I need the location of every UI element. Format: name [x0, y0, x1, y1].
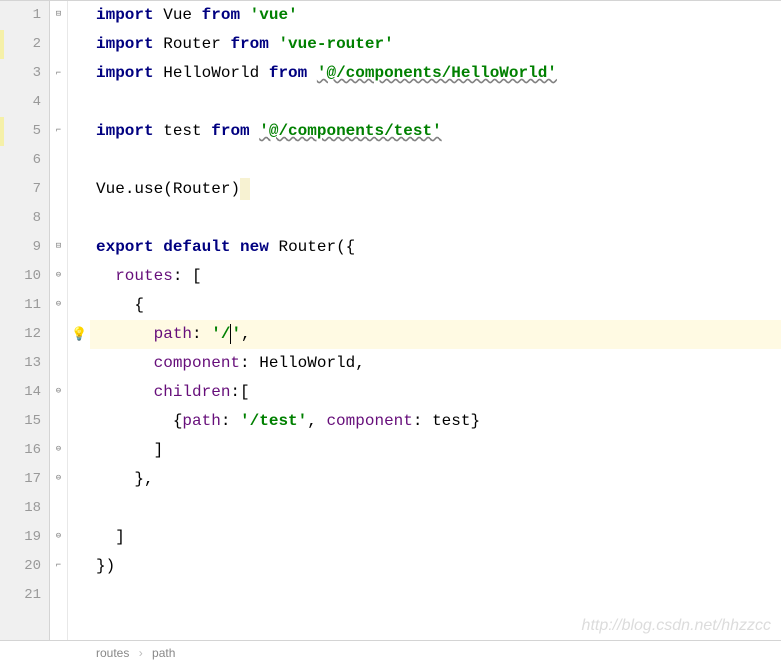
hint-gutter: 💡: [68, 1, 90, 640]
fold-gutter: ⊟ ⌐ ⌐ ⊟ ⊖ ⊖ ⊖ ⊖ ⊖ ⊖ ⌐: [50, 1, 68, 640]
code-line[interactable]: children:[: [90, 378, 781, 407]
line-number: 12: [0, 320, 41, 349]
fold-toggle-icon[interactable]: ⊟: [53, 242, 64, 253]
line-number: 10: [0, 262, 41, 291]
fold-toggle-icon[interactable]: ⊟: [53, 10, 64, 21]
line-number: 16: [0, 436, 41, 465]
code-line[interactable]: routes: [: [90, 262, 781, 291]
line-number: 21: [0, 581, 41, 610]
fold-handle-icon[interactable]: ⊖: [53, 445, 64, 456]
trailing-space-highlight: [240, 178, 250, 200]
code-editor: 1 2 3 4 5 6 7 8 9 10 11 12 13 14 15 16 1…: [0, 0, 781, 640]
breadcrumb-item[interactable]: routes: [96, 646, 129, 660]
lightbulb-icon[interactable]: 💡: [71, 327, 85, 341]
code-line[interactable]: [90, 146, 781, 175]
line-number-gutter: 1 2 3 4 5 6 7 8 9 10 11 12 13 14 15 16 1…: [0, 1, 50, 640]
line-number: 9: [0, 233, 41, 262]
code-line[interactable]: import HelloWorld from '@/components/Hel…: [90, 59, 781, 88]
line-number: 18: [0, 494, 41, 523]
fold-handle-icon[interactable]: ⊖: [53, 387, 64, 398]
fold-end-icon: ⌐: [53, 69, 64, 80]
chevron-right-icon: ›: [139, 646, 143, 660]
line-number: 11: [0, 291, 41, 320]
code-line[interactable]: Vue.use(Router): [90, 175, 781, 204]
fold-handle-icon[interactable]: ⊖: [53, 271, 64, 282]
code-area[interactable]: import Vue from 'vue' import Router from…: [90, 1, 781, 640]
line-number: 13: [0, 349, 41, 378]
code-line[interactable]: [90, 494, 781, 523]
line-number: 17: [0, 465, 41, 494]
code-line[interactable]: import Vue from 'vue': [90, 1, 781, 30]
line-number: 15: [0, 407, 41, 436]
line-number: 19: [0, 523, 41, 552]
line-number: 7: [0, 175, 41, 204]
code-line[interactable]: import Router from 'vue-router': [90, 30, 781, 59]
line-number: 8: [0, 204, 41, 233]
code-line[interactable]: [90, 88, 781, 117]
fold-handle-icon[interactable]: ⊖: [53, 474, 64, 485]
fold-handle-icon[interactable]: ⊖: [53, 300, 64, 311]
code-line[interactable]: component: HelloWorld,: [90, 349, 781, 378]
line-number: 3: [0, 59, 41, 88]
line-number: 14: [0, 378, 41, 407]
code-line[interactable]: [90, 581, 781, 610]
line-number: 2: [0, 30, 41, 59]
code-line[interactable]: {: [90, 291, 781, 320]
breadcrumb[interactable]: routes › path: [0, 640, 781, 664]
line-number: 5: [0, 117, 41, 146]
code-line[interactable]: export default new Router({: [90, 233, 781, 262]
line-number: 6: [0, 146, 41, 175]
code-line[interactable]: import test from '@/components/test': [90, 117, 781, 146]
line-number: 20: [0, 552, 41, 581]
fold-end-icon: ⌐: [53, 126, 64, 137]
code-line[interactable]: },: [90, 465, 781, 494]
fold-end-icon: ⌐: [53, 561, 64, 572]
code-line-active[interactable]: path: '/',: [90, 320, 781, 349]
fold-handle-icon[interactable]: ⊖: [53, 532, 64, 543]
code-line[interactable]: {path: '/test', component: test}: [90, 407, 781, 436]
code-line[interactable]: ]: [90, 523, 781, 552]
code-line[interactable]: ]: [90, 436, 781, 465]
breadcrumb-item[interactable]: path: [152, 646, 175, 660]
line-number: 4: [0, 88, 41, 117]
code-line[interactable]: }): [90, 552, 781, 581]
code-line[interactable]: [90, 204, 781, 233]
line-number: 1: [0, 1, 41, 30]
